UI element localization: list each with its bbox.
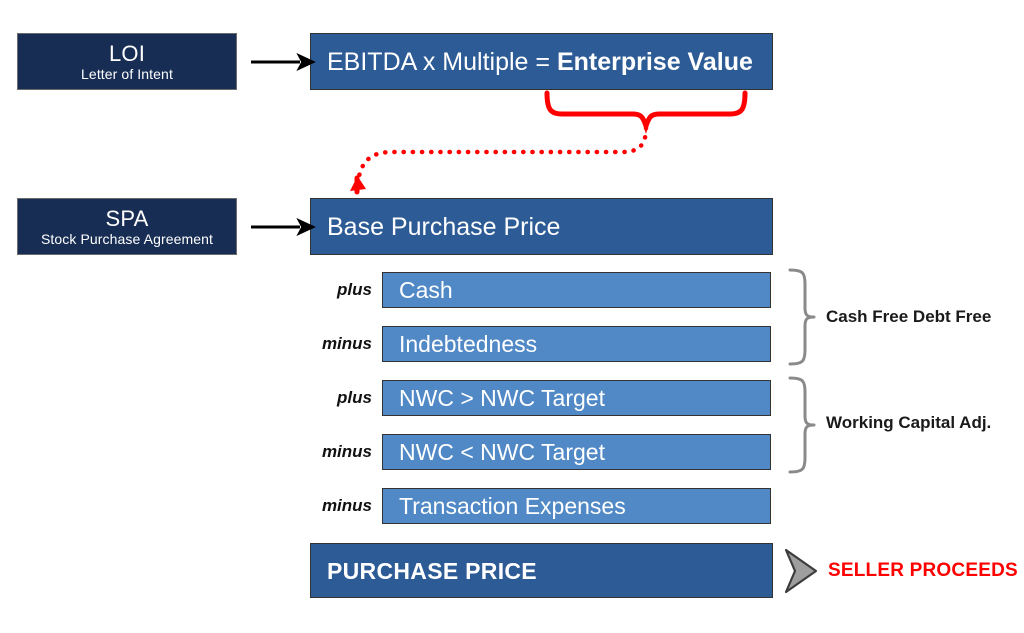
grouping-brace-cash-free-debt-free — [788, 268, 816, 366]
adjustment-label-4: Transaction Expenses — [399, 493, 626, 519]
purchase-price-total-box[interactable]: PURCHASE PRICE — [310, 543, 773, 598]
adjustment-box-nwc-below[interactable]: NWC < NWC Target — [382, 434, 771, 470]
operator-label-3: minus — [321, 442, 372, 461]
seller-proceeds-arrow-icon — [784, 548, 818, 594]
loi-subtitle: Letter of Intent — [81, 65, 173, 82]
adjustment-box-cash[interactable]: Cash — [382, 272, 771, 308]
adjustment-box-nwc-above[interactable]: NWC > NWC Target — [382, 380, 771, 416]
grouping-brace-working-capital-adj — [788, 376, 816, 474]
adjustment-label-3: NWC < NWC Target — [399, 439, 605, 465]
base-purchase-price-box[interactable]: Base Purchase Price — [310, 198, 773, 255]
valuation-formula-box[interactable]: EBITDA x Multiple = Enterprise Value — [310, 33, 773, 90]
spa-title: SPA — [105, 205, 149, 231]
adjustment-box-indebtedness[interactable]: Indebtedness — [382, 326, 771, 362]
operator-label-0: plus — [337, 280, 372, 299]
seller-proceeds-label: SELLER PROCEEDS — [828, 560, 1018, 581]
valuation-formula-prefix: EBITDA x Multiple = — [327, 47, 557, 76]
grouping-caption-cash-free-debt-free: Cash Free Debt Free — [826, 307, 992, 326]
spa-box[interactable]: SPA Stock Purchase Agreement — [17, 198, 237, 255]
red-dotted-arrow-head — [350, 175, 366, 195]
adjustment-label-0: Cash — [399, 277, 453, 303]
adjustment-label-1: Indebtedness — [399, 331, 538, 357]
loi-title: LOI — [108, 40, 146, 66]
grouping-caption-working-capital-adj: Working Capital Adj. — [826, 413, 992, 432]
spa-subtitle: Stock Purchase Agreement — [40, 230, 214, 247]
operator-label-1: minus — [321, 334, 372, 353]
base-purchase-price-label: Base Purchase Price — [327, 212, 561, 241]
valuation-formula-label: EBITDA x Multiple = Enterprise Value — [311, 48, 753, 76]
red-dotted-arrow — [355, 125, 649, 185]
adjustment-box-transaction-expenses[interactable]: Transaction Expenses — [382, 488, 771, 524]
enterprise-value-text: Enterprise Value — [556, 47, 753, 76]
loi-box[interactable]: LOI Letter of Intent — [17, 33, 237, 90]
adjustment-label-2: NWC > NWC Target — [399, 385, 605, 411]
operator-label-4: minus — [321, 496, 372, 515]
purchase-price-total-label: PURCHASE PRICE — [327, 557, 537, 584]
red-curly-brace — [544, 90, 748, 134]
operator-label-2: plus — [337, 388, 372, 407]
diagram-canvas: LOI Letter of Intent EBITDA x Multiple =… — [0, 0, 1024, 633]
